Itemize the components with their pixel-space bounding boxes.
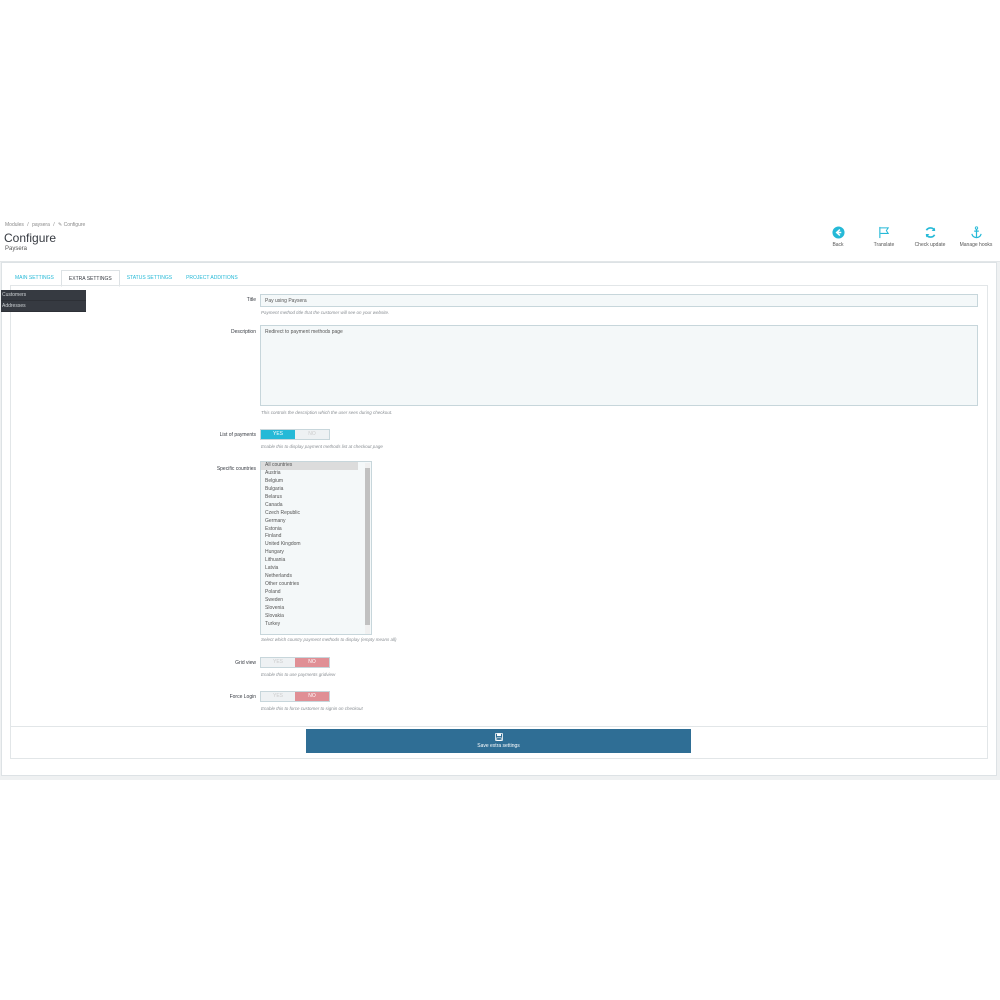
- country-option[interactable]: Slovakia: [261, 613, 358, 621]
- country-option[interactable]: Germany: [261, 518, 358, 526]
- back-button[interactable]: Back: [818, 226, 858, 248]
- country-option[interactable]: Bulgaria: [261, 486, 358, 494]
- country-option[interactable]: Sweden: [261, 597, 358, 605]
- toolbar: Back Translate Check update Manage hooks: [818, 226, 996, 248]
- list-of-payments-yes[interactable]: YES: [261, 430, 295, 439]
- country-list-scrollbar[interactable]: [365, 463, 370, 634]
- flag-icon: [878, 226, 889, 239]
- force-login-label: Force Login: [229, 694, 256, 700]
- floppy-disk-icon: [494, 733, 503, 741]
- form-footer-divider: [11, 726, 987, 727]
- grid-view-no[interactable]: NO: [295, 658, 329, 667]
- country-option[interactable]: All countries: [261, 462, 358, 470]
- specific-countries-label: Specific countries: [216, 466, 256, 472]
- grid-view-yes[interactable]: YES: [261, 658, 295, 667]
- scrollbar-thumb[interactable]: [365, 468, 370, 625]
- force-login-help: Enable this to force customer to signin …: [261, 706, 363, 711]
- grid-view-label: Grid view: [235, 660, 256, 666]
- grid-view-switch[interactable]: YES NO: [260, 657, 330, 668]
- force-login-no[interactable]: NO: [295, 692, 329, 701]
- sidebar-item-addresses[interactable]: Addresses: [1, 301, 86, 312]
- country-option[interactable]: Other countries: [261, 581, 358, 589]
- title-input[interactable]: Pay using Paysera: [260, 294, 978, 307]
- country-option[interactable]: Hungary: [261, 549, 358, 557]
- country-option[interactable]: Netherlands: [261, 573, 358, 581]
- country-option[interactable]: Czech Republic: [261, 510, 358, 518]
- description-textarea[interactable]: Redirect to payment methods page: [260, 325, 978, 406]
- country-option[interactable]: Slovenia: [261, 605, 358, 613]
- country-option[interactable]: Latvia: [261, 565, 358, 573]
- page-title: Configure: [4, 231, 57, 245]
- module-config-panel: MAIN SETTINGS EXTRA SETTINGS STATUS SETT…: [1, 262, 997, 776]
- force-login-yes[interactable]: YES: [261, 692, 295, 701]
- description-label: Description: [230, 329, 256, 335]
- check-update-label: Check update: [914, 242, 946, 248]
- breadcrumb-separator: /: [27, 222, 29, 228]
- anchor-icon: [970, 226, 982, 239]
- list-of-payments-label: List of payments: [219, 432, 256, 438]
- app-window: Modules / paysera / ✎ Configure Configur…: [0, 218, 1000, 780]
- page-header: Modules / paysera / ✎ Configure Configur…: [0, 218, 1000, 262]
- list-of-payments-switch[interactable]: YES NO: [260, 429, 330, 440]
- specific-countries-help: Select which country payment methods to …: [261, 637, 397, 642]
- country-option[interactable]: Canada: [261, 502, 358, 510]
- breadcrumb-configure: ✎ Configure: [58, 222, 86, 228]
- manage-hooks-label: Manage hooks: [959, 242, 993, 248]
- manage-hooks-button[interactable]: Manage hooks: [956, 226, 996, 248]
- list-of-payments-help: Enable this to display payment methods l…: [261, 444, 383, 449]
- country-option[interactable]: United Kingdom: [261, 541, 358, 549]
- sidebar-flyout-menu: Customers Addresses: [1, 290, 86, 312]
- breadcrumb-modules[interactable]: Modules: [5, 222, 24, 228]
- arrow-left-circle-icon: [831, 226, 845, 239]
- breadcrumb-paysera[interactable]: paysera: [32, 222, 50, 228]
- back-label: Back: [832, 242, 844, 248]
- country-option[interactable]: Lithuania: [261, 557, 358, 565]
- country-option[interactable]: Belgium: [261, 478, 358, 486]
- grid-view-help: Enable this to use payments gridview: [261, 672, 336, 677]
- country-option[interactable]: Poland: [261, 589, 358, 597]
- save-extra-settings-label: Save extra settings: [477, 743, 520, 749]
- translate-button[interactable]: Translate: [864, 226, 904, 248]
- check-update-button[interactable]: Check update: [910, 226, 950, 248]
- save-extra-settings-button[interactable]: Save extra settings: [306, 729, 691, 753]
- country-option[interactable]: Estonia: [261, 526, 358, 534]
- translate-label: Translate: [873, 242, 895, 248]
- country-option[interactable]: Austria: [261, 470, 358, 478]
- country-option[interactable]: Finland: [261, 533, 358, 541]
- sidebar-item-customers[interactable]: Customers: [1, 290, 86, 301]
- title-label: Title: [246, 297, 256, 303]
- breadcrumb-separator: /: [53, 222, 55, 228]
- country-options: All countries Austria Belgium Bulgaria Belar…: [261, 462, 371, 629]
- country-option[interactable]: Belarus: [261, 494, 358, 502]
- country-option[interactable]: Turkey: [261, 621, 358, 629]
- extra-settings-form: Title Pay using Paysera Payment method t…: [10, 285, 988, 759]
- breadcrumb: Modules / paysera / ✎ Configure: [5, 222, 87, 228]
- description-help: This controls the description which the …: [261, 410, 393, 415]
- list-of-payments-no[interactable]: NO: [295, 430, 329, 439]
- specific-countries-select[interactable]: All countries Austria Belgium Bulgaria Belar…: [260, 461, 372, 635]
- title-help: Payment method title that the customer w…: [261, 310, 390, 315]
- force-login-switch[interactable]: YES NO: [260, 691, 330, 702]
- refresh-icon: [925, 227, 935, 238]
- page-subtitle: Paysera: [5, 246, 28, 252]
